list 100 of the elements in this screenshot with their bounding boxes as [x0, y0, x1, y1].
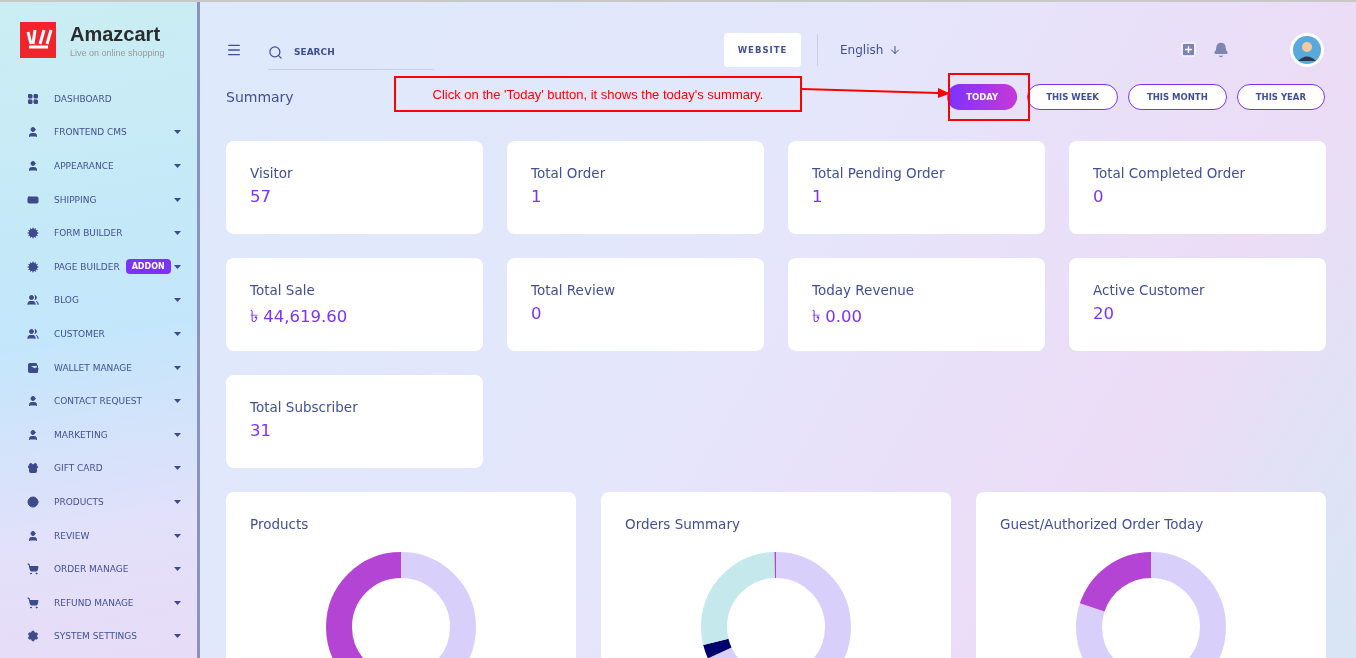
chart-title: Orders Summary — [625, 516, 740, 532]
sidebar-item[interactable]: MARKETING — [20, 417, 197, 452]
stat-label: Active Customer — [1093, 282, 1206, 298]
sidebar-item[interactable]: PRODUCTS — [20, 485, 197, 519]
avatar-icon[interactable] — [1289, 31, 1325, 68]
sidebar-item[interactable]: BLOG — [20, 283, 197, 318]
caret-icon — [174, 298, 181, 303]
caret-icon — [174, 567, 181, 572]
menu-item-icon — [26, 495, 40, 508]
menu-item-icon — [26, 126, 40, 139]
sidebar-item-label: WALLET MANAGE — [54, 362, 132, 373]
stat-value: 57 — [250, 187, 272, 206]
menu-item-icon — [26, 462, 40, 475]
sidebar-item[interactable]: WALLET MANAGE — [20, 350, 197, 385]
caret-icon — [174, 499, 181, 504]
chart-title: Guest/Authorized Order Today — [1000, 516, 1204, 532]
sidebar-item-label: SYSTEM SETTINGS — [54, 631, 138, 642]
search-icon — [268, 44, 283, 60]
sidebar-item[interactable]: SYSTEM SETTINGS — [20, 619, 197, 654]
caret-icon — [174, 331, 181, 336]
sidebar-item[interactable]: REFUND MANAGE — [20, 585, 197, 620]
menu-item-icon — [26, 529, 40, 542]
menu-item-icon — [26, 563, 40, 576]
stat-label: Total Sale — [250, 282, 316, 298]
period-tab[interactable]: THIS YEAR — [1236, 84, 1325, 110]
menu-item-icon — [26, 294, 40, 307]
period-tab[interactable]: THIS WEEK — [1027, 84, 1118, 110]
sidebar-item-label: DASHBOARD — [54, 93, 112, 104]
add-button[interactable] — [1180, 41, 1197, 58]
menu-item-icon — [26, 260, 40, 273]
language-selector[interactable]: English — [834, 41, 908, 58]
caret-icon — [174, 264, 181, 269]
stat-label: Total Review — [531, 282, 616, 298]
menu-item-icon — [26, 361, 40, 374]
sidebar-item-label: ORDER MANAGE — [54, 564, 129, 575]
caret-icon — [174, 164, 181, 168]
caret-icon — [174, 365, 181, 370]
stat-value: 0 — [1093, 187, 1105, 206]
brand-tagline: Live on online shopping — [70, 48, 165, 58]
sidebar-item[interactable]: REVIEW — [20, 518, 197, 553]
period-tab[interactable]: TODAY — [947, 84, 1018, 110]
sidebar-item-label: REFUND MANAGE — [54, 597, 134, 608]
sidebar-item-label: FRONTEND CMS — [54, 127, 127, 138]
caret-icon — [174, 533, 181, 538]
sidebar-item-label: PRODUCTS — [54, 496, 104, 507]
menu-item-icon — [26, 92, 40, 105]
website-button[interactable]: WEBSITE — [724, 32, 801, 67]
sidebar-item-label: MARKETING — [54, 429, 108, 440]
menu-item-icon — [26, 428, 40, 441]
menu-item-icon — [26, 596, 40, 609]
sidebar-item[interactable]: FORM BUILDER — [20, 216, 197, 250]
stat-value: ৳ 0.00 — [812, 306, 863, 328]
sidebar-item[interactable]: FRONTEND CMS — [20, 115, 197, 150]
caret-icon — [174, 600, 181, 605]
sidebar-item[interactable]: SHIPPING — [20, 182, 197, 217]
stat-value: 1 — [531, 187, 543, 206]
sidebar-item[interactable]: GIFT CARD — [20, 451, 197, 486]
stat-label: Total Pending Order — [812, 165, 946, 181]
sidebar-item-label: GIFT CARD — [54, 463, 103, 474]
arrow-down-icon — [889, 43, 902, 56]
caret-icon — [174, 399, 181, 404]
menu-item-icon — [26, 630, 40, 643]
notification-button[interactable] — [1213, 41, 1229, 58]
sidebar-item[interactable]: CUSTOMER — [20, 317, 197, 351]
sidebar-item-label: APPEARANCE — [54, 161, 114, 171]
stat-label: Total Completed Order — [1093, 165, 1247, 181]
sidebar-item-label: CONTACT REQUEST — [54, 396, 143, 407]
stat-value: 0 — [531, 304, 543, 323]
stat-value: ৳ 44,619.60 — [250, 306, 349, 328]
caret-icon — [174, 197, 181, 202]
menu-item-icon — [26, 193, 40, 206]
caret-icon — [174, 130, 181, 135]
sidebar-item[interactable]: APPEARANCE — [20, 149, 197, 183]
search-field[interactable]: SEARCH — [268, 35, 434, 70]
brand-name: Amazcart — [70, 22, 162, 46]
sidebar-item-label: SHIPPING — [54, 194, 97, 205]
sidebar-item[interactable]: DASHBOARD — [20, 82, 197, 116]
stat-label: Visitor — [250, 165, 294, 181]
sidebar-item[interactable]: PAGE BUILDER ADDON — [20, 249, 197, 284]
sidebar-item-label: PAGE BUILDER — [54, 261, 120, 272]
period-tab[interactable]: THIS MONTH — [1127, 84, 1227, 110]
logo-icon — [20, 22, 56, 58]
caret-icon — [174, 466, 181, 471]
sidebar-item[interactable]: CONTACT REQUEST — [20, 384, 197, 418]
chart-title: Products — [250, 516, 309, 532]
caret-icon — [174, 634, 181, 639]
sidebar-item[interactable]: ORDER MANAGE — [20, 552, 197, 586]
sidebar-item-label: CUSTOMER — [54, 328, 105, 339]
sidebar-item-label: REVIEW — [54, 530, 90, 541]
menu-item-icon — [26, 395, 40, 408]
annotation-callout: Click on the 'Today' button, it shows the today's summary. — [394, 76, 802, 112]
addon-badge: ADDON — [125, 259, 171, 275]
sidebar-item-label: FORM BUILDER — [54, 228, 123, 239]
stat-label: Today Revenue — [812, 282, 916, 298]
menu-item-icon — [26, 327, 40, 340]
stat-value: 1 — [812, 187, 824, 206]
stat-label: Total Order — [531, 165, 607, 181]
stat-value: 20 — [1093, 304, 1115, 323]
caret-icon — [174, 231, 181, 236]
menu-item-icon — [26, 160, 40, 172]
